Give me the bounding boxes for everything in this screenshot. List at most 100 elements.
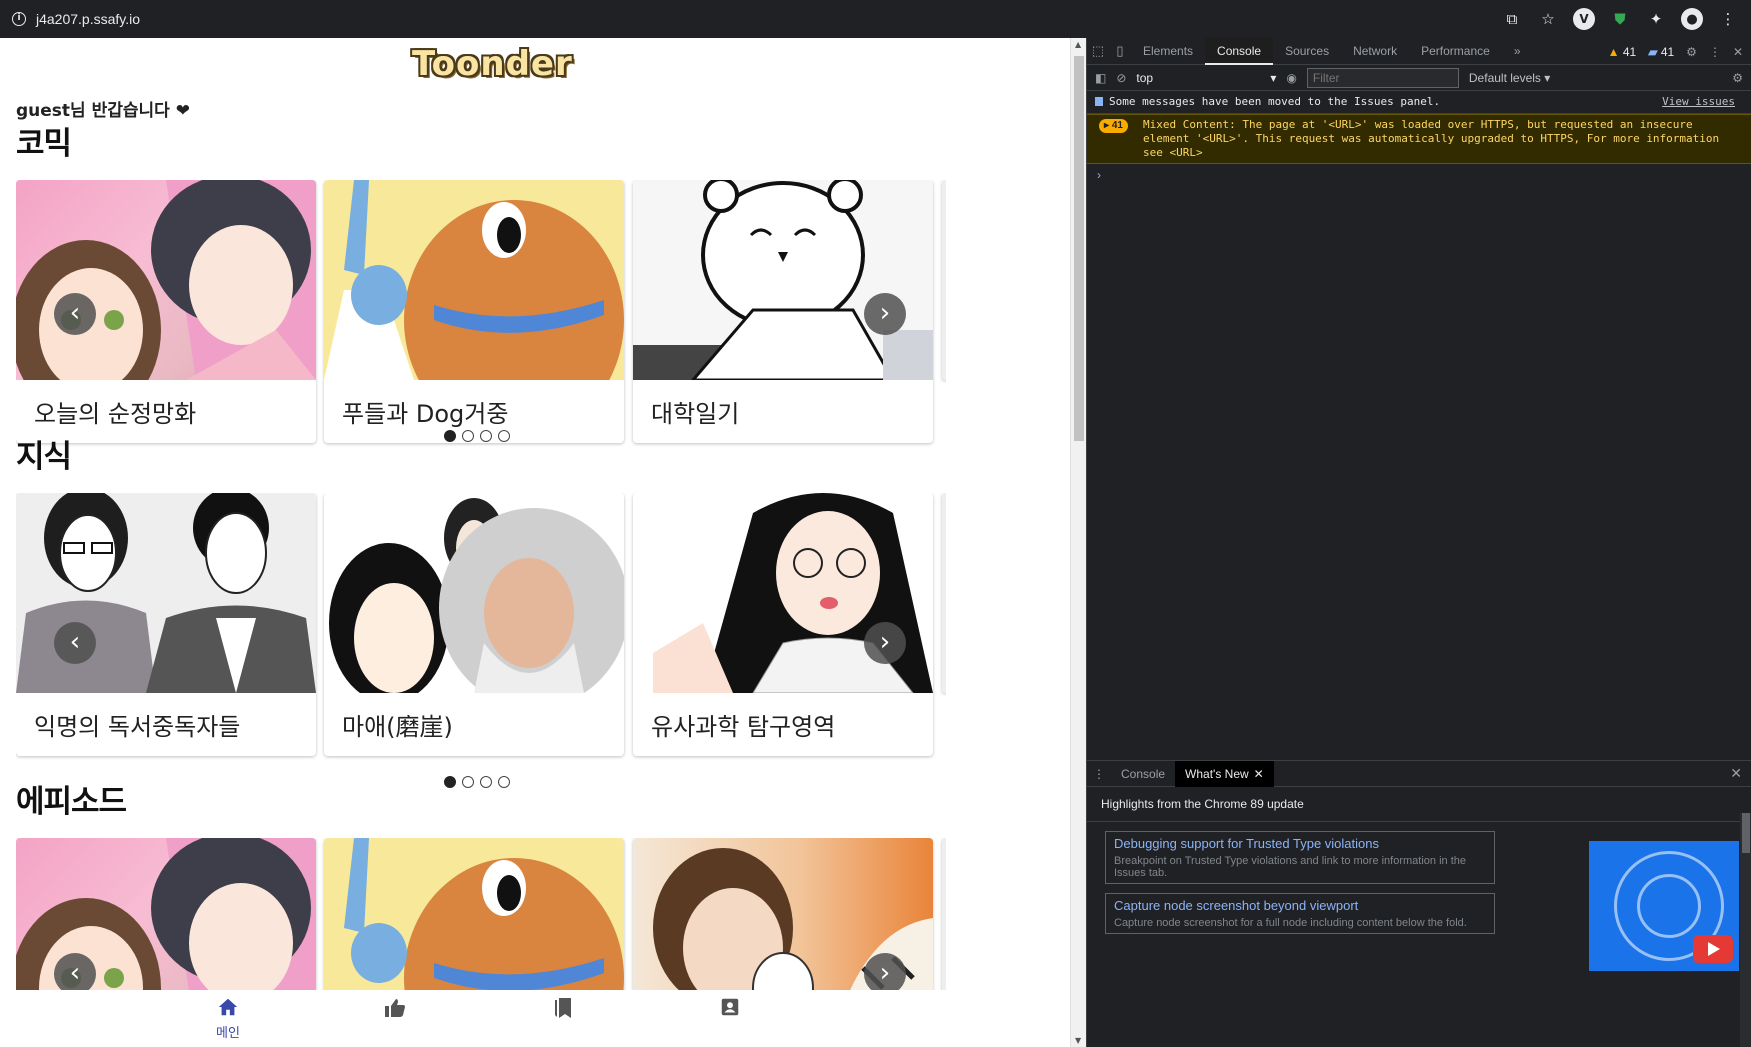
home-icon xyxy=(198,996,258,1022)
carousel-knowledge[interactable]: 익명의 독서중독자들 마애(磨崖) 유사과학 탐구영역 xyxy=(16,493,946,775)
warning-repeat-count: 41 xyxy=(1111,120,1123,131)
webtoon-card[interactable]: 푸들과 Dog거중 xyxy=(324,180,624,443)
shield-icon[interactable]: ⛊ xyxy=(1609,8,1631,30)
nav-likes[interactable] xyxy=(365,996,425,1022)
live-expression-eye-icon[interactable]: ◉ xyxy=(1286,71,1296,85)
carousel-dot[interactable] xyxy=(498,430,510,442)
nav-home[interactable]: 메인 xyxy=(198,996,258,1041)
nav-bookmarks[interactable] xyxy=(533,996,593,1022)
webtoon-thumbnail xyxy=(16,180,316,380)
webtoon-title: 대학일기 xyxy=(651,400,740,428)
site-info-icon[interactable]: i xyxy=(12,12,26,26)
warning-repeat-badge: ▸ 41 xyxy=(1099,119,1128,133)
more-tabs-button[interactable]: » xyxy=(1502,38,1533,65)
vpn-icon[interactable]: V xyxy=(1573,8,1595,30)
webtoon-thumbnail xyxy=(633,180,933,380)
tab-elements[interactable]: Elements xyxy=(1131,38,1205,65)
drawer-scrollbar[interactable] xyxy=(1740,813,1751,1047)
view-issues-link[interactable]: View issues xyxy=(1662,95,1735,109)
carousel-next-button[interactable]: › xyxy=(864,622,906,664)
webtoon-card[interactable]: 마애(磨崖) xyxy=(324,493,624,756)
issues-flag-icon xyxy=(1095,97,1103,106)
carousel-prev-button[interactable]: ‹ xyxy=(54,953,96,995)
translate-icon[interactable]: ⧉ xyxy=(1501,8,1523,30)
webtoon-title: 유사과학 탐구영역 xyxy=(651,713,836,741)
nav-home-label: 메인 xyxy=(216,1026,240,1041)
device-toolbar-icon[interactable]: ▯ xyxy=(1109,43,1131,59)
carousel-dot[interactable] xyxy=(462,430,474,442)
warning-icon: ▲ xyxy=(1607,44,1620,59)
browser-toolbar: i j4a207.p.ssafy.io ⧉ ☆ V ⛊ ✦ ● ⋮ xyxy=(0,0,1751,38)
whats-new-item[interactable]: Debugging support for Trusted Type viola… xyxy=(1105,831,1495,884)
console-message-warning[interactable]: ▸ 41 Mixed Content: The page at '<URL>' … xyxy=(1087,114,1751,164)
clear-console-icon[interactable]: ⊘ xyxy=(1116,71,1126,85)
carousel-dot[interactable] xyxy=(498,776,510,788)
carousel-episode[interactable] xyxy=(16,838,946,990)
tab-console[interactable]: Console xyxy=(1205,37,1274,65)
extensions-icon[interactable]: ✦ xyxy=(1645,8,1667,30)
whats-new-item-title[interactable]: Debugging support for Trusted Type viola… xyxy=(1114,836,1486,851)
tab-network[interactable]: Network xyxy=(1341,38,1409,65)
whats-new-video-thumbnail[interactable] xyxy=(1589,841,1739,971)
tab-performance[interactable]: Performance xyxy=(1409,38,1502,65)
carousel-dot[interactable] xyxy=(462,776,474,788)
browser-actions: ⧉ ☆ V ⛊ ✦ ● ⋮ xyxy=(1501,8,1739,30)
thumbs-up-icon xyxy=(365,996,425,1022)
address-bar[interactable]: j4a207.p.ssafy.io xyxy=(36,11,140,27)
webtoon-thumbnail xyxy=(324,180,624,380)
close-drawer-icon[interactable]: ✕ xyxy=(1730,765,1742,782)
kebab-menu-icon[interactable]: ⋮ xyxy=(1709,45,1721,59)
section-title-episode: 에피소드 xyxy=(16,784,127,820)
carousel-prev-button[interactable]: ‹ xyxy=(54,293,96,335)
carousel-prev-button[interactable]: ‹ xyxy=(54,622,96,664)
bottom-navigation: 메인 xyxy=(0,990,1070,1047)
close-tab-icon[interactable]: ✕ xyxy=(1254,767,1264,781)
carousel-next-button[interactable]: › xyxy=(864,293,906,335)
drawer-tab-console[interactable]: Console xyxy=(1111,761,1175,787)
site-logo[interactable]: Toonder xyxy=(412,44,573,84)
whats-new-item-title[interactable]: Capture node screenshot beyond viewport xyxy=(1114,898,1486,913)
log-levels-dropdown[interactable]: Default levels ▾ xyxy=(1469,71,1550,85)
devtools-badges: ▲ 41 ▰ 41 ⚙ ⋮ ✕ xyxy=(1608,38,1743,65)
nav-profile[interactable] xyxy=(700,996,760,1022)
web-page: Toonder guest님 반갑습니다 ❤ 코믹 오늘의 순정망화 푸들과 D… xyxy=(0,38,1070,1047)
carousel-pagination xyxy=(444,776,510,788)
bookmarks-icon xyxy=(533,996,593,1022)
webtoon-card-partial xyxy=(942,493,946,693)
console-settings-icon[interactable]: ⚙ xyxy=(1732,71,1743,85)
issues-message-text: Some messages have been moved to the Iss… xyxy=(1109,95,1441,108)
webtoon-card[interactable] xyxy=(324,838,624,990)
webtoon-title: 익명의 독서중독자들 xyxy=(34,713,241,741)
whats-new-item[interactable]: Capture node screenshot beyond viewport … xyxy=(1105,893,1495,934)
drawer-menu-icon[interactable]: ⋮ xyxy=(1087,767,1111,781)
carousel-dot[interactable] xyxy=(480,430,492,442)
webtoon-thumbnail xyxy=(324,838,624,990)
console-prompt[interactable]: › xyxy=(1087,164,1751,186)
page-scrollbar[interactable]: ▲ ▼ xyxy=(1070,38,1086,1047)
context-selector[interactable]: top ▾ xyxy=(1136,71,1276,85)
scroll-down-arrow-icon[interactable]: ▼ xyxy=(1075,1036,1081,1045)
carousel-dot[interactable] xyxy=(444,430,456,442)
youtube-play-icon[interactable] xyxy=(1693,935,1733,963)
tab-sources[interactable]: Sources xyxy=(1273,38,1341,65)
inspect-element-icon[interactable]: ⬚ xyxy=(1087,43,1109,59)
scroll-up-arrow-icon[interactable]: ▲ xyxy=(1075,40,1081,49)
drawer-tab-whats-new[interactable]: What's New ✕ xyxy=(1175,760,1274,787)
settings-gear-icon[interactable]: ⚙ xyxy=(1686,45,1697,59)
profile-icon[interactable]: ● xyxy=(1681,8,1703,30)
carousel-dot[interactable] xyxy=(480,776,492,788)
carousel-dot[interactable] xyxy=(444,776,456,788)
webtoon-card-partial xyxy=(942,838,946,990)
star-icon[interactable]: ☆ xyxy=(1537,8,1559,30)
console-filter-input[interactable] xyxy=(1306,67,1459,88)
carousel-comic[interactable]: 오늘의 순정망화 푸들과 Dog거중 대학일기 xyxy=(16,180,946,460)
menu-icon[interactable]: ⋮ xyxy=(1717,8,1739,30)
issues-badge[interactable]: ▰ 41 xyxy=(1648,45,1674,59)
close-devtools-icon[interactable]: ✕ xyxy=(1733,45,1743,59)
warning-count: 41 xyxy=(1622,44,1637,59)
sidebar-toggle-icon[interactable]: ◧ xyxy=(1095,71,1106,85)
scrollbar-thumb[interactable] xyxy=(1074,56,1084,441)
carousel-next-button[interactable]: › xyxy=(864,953,906,995)
warnings-badge[interactable]: ▲ 41 xyxy=(1608,45,1637,59)
webtoon-card[interactable]: 익명의 독서중독자들 xyxy=(16,493,316,756)
